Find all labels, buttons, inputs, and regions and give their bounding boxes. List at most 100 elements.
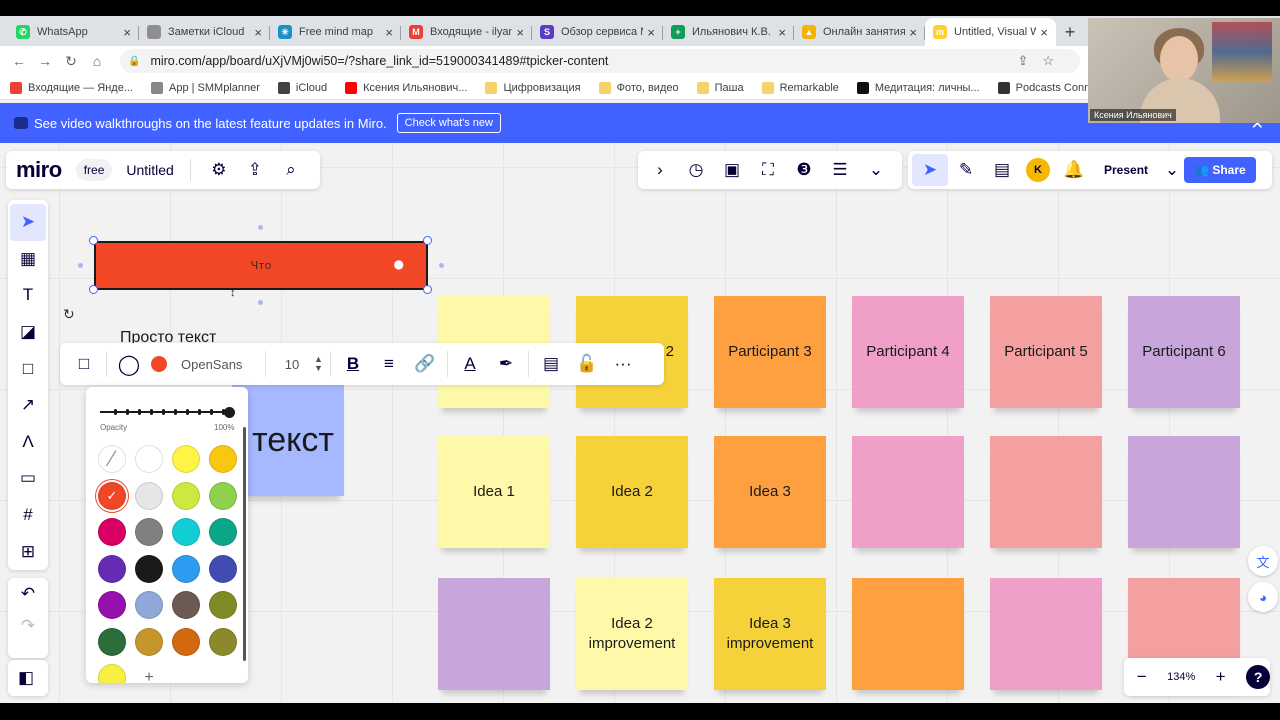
miro-logo[interactable]: miro <box>16 157 62 183</box>
lock-icon[interactable]: 🔓 <box>569 348 605 380</box>
shape-icon[interactable]: □ <box>10 350 46 387</box>
notes-icon[interactable]: ☰ <box>822 154 858 186</box>
font-size-stepper-icon[interactable]: ▲ ▼ <box>314 355 326 373</box>
connector-dot-left[interactable] <box>78 263 83 268</box>
text-icon[interactable]: T <box>10 277 46 314</box>
chevron-down-icon[interactable]: ⌄ <box>1160 154 1184 186</box>
sticky-note[interactable]: Idea 3 <box>714 436 826 548</box>
browser-tab[interactable]: M Входящие - ilyan × <box>401 18 532 46</box>
frame-icon[interactable]: # <box>10 497 46 534</box>
sticky-note[interactable]: Participant 4 <box>852 296 964 408</box>
color-swatch[interactable] <box>98 554 126 583</box>
color-swatch[interactable] <box>209 591 237 619</box>
bookmark-item[interactable]: Фото, видео <box>598 81 679 94</box>
back-icon[interactable]: ← <box>6 53 32 69</box>
sticky-note[interactable] <box>990 436 1102 548</box>
redo-icon[interactable]: ↷ <box>10 610 46 642</box>
sticky-note[interactable]: Idea 2 <box>576 436 688 548</box>
border-style-icon[interactable]: ◯ <box>111 348 147 380</box>
sticky-note[interactable]: Participant 6 <box>1128 296 1240 408</box>
font-size-input[interactable]: 10 <box>270 357 314 372</box>
browser-tab[interactable]: m Untitled, Visual W × <box>925 18 1056 46</box>
sticky-note[interactable] <box>438 578 550 690</box>
color-swatch[interactable]: ✓ <box>98 481 126 510</box>
bold-icon[interactable]: B <box>335 348 371 380</box>
avatar[interactable]: K <box>1026 158 1050 182</box>
align-icon[interactable]: ≡ <box>371 348 407 380</box>
bell-icon[interactable]: 🔔 <box>1056 154 1092 186</box>
color-swatch[interactable] <box>172 518 200 546</box>
resize-handle-top-right[interactable] <box>423 236 432 245</box>
timer-icon[interactable]: ◷ <box>678 154 714 186</box>
color-swatch[interactable] <box>135 518 163 546</box>
color-swatch[interactable] <box>135 445 163 473</box>
bookmark-item[interactable]: Remarkable <box>761 81 839 94</box>
tab-close-icon[interactable]: × <box>647 25 655 40</box>
shape-type-icon[interactable]: □ <box>66 348 102 380</box>
new-tab-button[interactable]: + <box>1056 18 1084 46</box>
reactions-icon[interactable]: ✎ <box>948 154 984 186</box>
bookmark-item[interactable]: Медитация: личны... <box>856 81 980 94</box>
resize-handle-top-left[interactable] <box>89 236 98 245</box>
bookmark-item[interactable]: App | SMMplanner <box>151 81 260 94</box>
color-swatch[interactable] <box>172 481 200 510</box>
present-button[interactable]: Present <box>1092 163 1160 177</box>
color-swatch[interactable] <box>172 627 200 656</box>
tab-close-icon[interactable]: × <box>1040 25 1048 40</box>
connector-dot-bottom[interactable] <box>258 300 263 305</box>
board-title[interactable]: Untitled <box>126 159 191 181</box>
selected-rectangle-shape[interactable]: Что ● <box>94 241 428 290</box>
more-options-icon[interactable]: ··· <box>605 348 641 380</box>
more-chevrons-icon[interactable]: ⌄ <box>858 154 894 186</box>
browser-tab[interactable]: ✳ Free mind map × <box>270 18 401 46</box>
share-button[interactable]: 👥 Share <box>1184 157 1256 183</box>
bookmark-item[interactable]: Ксения Ильянович... <box>345 81 467 94</box>
color-swatch[interactable] <box>98 627 126 656</box>
tab-close-icon[interactable]: × <box>778 25 786 40</box>
resize-handle-bottom-left[interactable] <box>89 285 98 294</box>
comment-icon[interactable]: ▭ <box>10 460 46 497</box>
cursor-icon[interactable]: ➤ <box>912 154 948 186</box>
opacity-slider-thumb[interactable] <box>224 407 235 418</box>
browser-tab[interactable]: ✆ WhatsApp × <box>8 18 139 46</box>
undo-icon[interactable]: ↶ <box>10 578 46 610</box>
video-call-overlay[interactable]: Ксения Ильянович <box>1088 18 1280 123</box>
export-icon[interactable]: ⇪ <box>237 154 273 186</box>
color-swatch[interactable] <box>209 554 237 583</box>
sticky-note[interactable] <box>1128 436 1240 548</box>
fill-color-icon[interactable] <box>147 348 171 380</box>
resize-handle-bottom-right[interactable] <box>423 285 432 294</box>
sidebar-icon[interactable]: ◧ <box>8 662 44 694</box>
add-color-button[interactable]: + <box>135 664 163 683</box>
connector-dot-right[interactable] <box>439 263 444 268</box>
color-swatch[interactable] <box>98 664 126 683</box>
settings-icon[interactable]: ⚙ <box>201 154 237 186</box>
color-swatch[interactable] <box>209 518 237 546</box>
palette-scrollbar[interactable] <box>243 427 246 661</box>
comment-icon[interactable]: ▤ <box>533 348 569 380</box>
share-page-icon[interactable]: ⇪☆ <box>1017 53 1068 69</box>
check-whats-new-button[interactable]: Check what's new <box>396 113 501 133</box>
sticky-note[interactable]: Participant 5 <box>990 296 1102 408</box>
bookmark-item[interactable]: Входящие — Янде... <box>10 81 133 94</box>
templates-icon[interactable]: ▦ <box>10 241 46 278</box>
pen-icon[interactable]: Λ <box>10 424 46 461</box>
card-icon[interactable]: ❸ <box>786 154 822 186</box>
text-color-icon[interactable]: A <box>452 348 488 380</box>
search-icon[interactable]: ⌕ <box>273 154 309 186</box>
tab-close-icon[interactable]: × <box>254 25 262 40</box>
sticky-note[interactable]: Idea 2 improvement <box>576 578 688 690</box>
bookmark-item[interactable]: Паша <box>696 81 744 94</box>
color-swatch[interactable] <box>135 627 163 656</box>
color-swatch[interactable] <box>135 554 163 583</box>
zoom-out-button[interactable]: − <box>1124 661 1159 693</box>
color-swatch[interactable] <box>135 481 163 510</box>
tab-close-icon[interactable]: × <box>516 25 524 40</box>
color-swatch[interactable] <box>209 445 237 473</box>
color-swatch[interactable] <box>98 518 126 546</box>
color-swatch[interactable] <box>172 445 200 473</box>
highlight-icon[interactable]: ✒ <box>488 348 524 380</box>
sticky-note[interactable] <box>852 578 964 690</box>
sticky-note-big-text[interactable]: текст <box>232 384 344 496</box>
tab-close-icon[interactable]: × <box>123 25 131 40</box>
